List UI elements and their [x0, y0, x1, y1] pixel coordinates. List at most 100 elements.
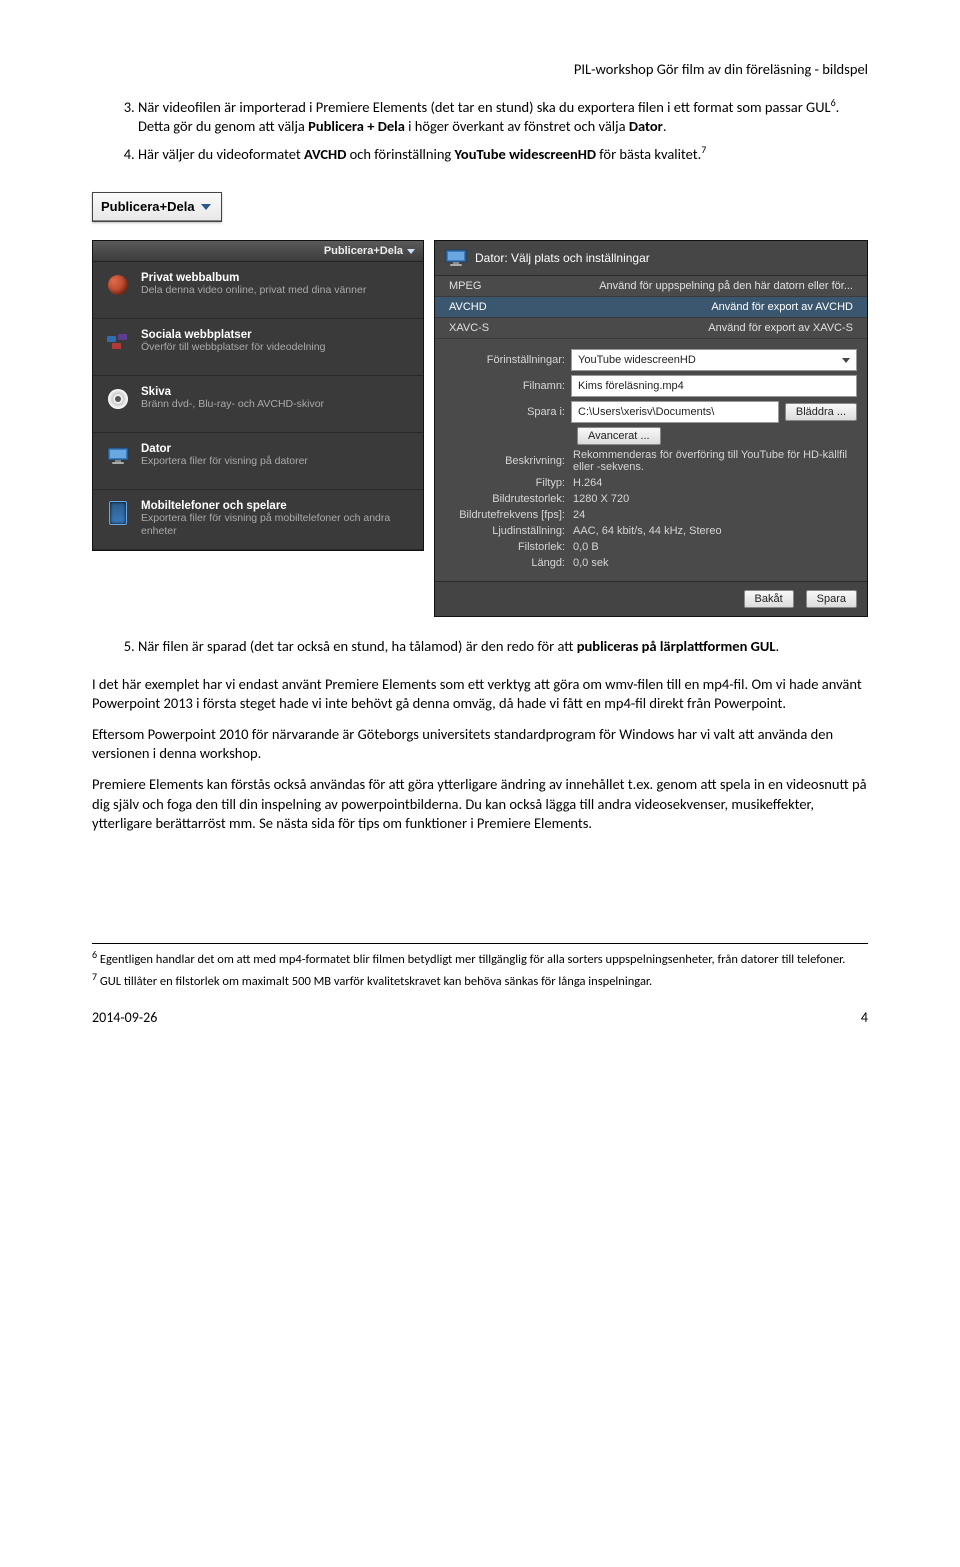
footnote-text-7: GUL tillåter en filstorlek om maximalt 5… [97, 974, 652, 989]
menu-item-title: Mobiltelefoner och spelare [141, 500, 411, 512]
disc-icon [108, 389, 128, 409]
filename-value: Kims föreläsning.mp4 [578, 380, 684, 392]
footnote-ref-7: 7 [701, 143, 706, 156]
format-name: AVCHD [449, 301, 487, 313]
filename-label: Filnamn: [445, 380, 571, 392]
menu-item-subtitle: Bränn dvd-, Blu-ray- och AVCHD-skivor [141, 398, 324, 411]
audio-label: Ljudinställning: [445, 525, 571, 537]
step-4-bold2: YouTube widescreenHD [455, 145, 596, 163]
publish-share-tab-label: Publicera+Dela [101, 199, 195, 214]
paragraph-2: Eftersom Powerpoint 2010 för närvarande … [92, 725, 868, 763]
footnotes: 6 Egentligen handlar det om att med mp4-… [92, 943, 868, 991]
desc-value: Rekommenderas för överföring till YouTub… [571, 449, 857, 473]
step-5: När filen är sparad (det tar också en st… [138, 637, 868, 657]
savein-value: C:\Users\xerisv\Documents\ [578, 406, 714, 418]
format-row-avchd[interactable]: AVCHD Använd för export av AVCHD [435, 297, 867, 318]
footer-date: 2014-09-26 [92, 1009, 157, 1026]
length-label: Längd: [445, 557, 571, 569]
footer-page: 4 [861, 1009, 868, 1026]
step-3: När videofilen är importerad i Premiere … [138, 96, 868, 137]
step-4-bold1: AVCHD [304, 145, 346, 163]
footnote-7: 7 GUL tillåter en filstorlek om maximalt… [92, 970, 868, 990]
format-row-xavcs[interactable]: XAVC-S Använd för export av XAVC-S [435, 318, 867, 339]
menu-item-title: Dator [141, 443, 308, 455]
savein-input[interactable]: C:\Users\xerisv\Documents\ [571, 401, 779, 423]
menu-item-subtitle: Exportera filer för visning på mobiltele… [141, 512, 411, 538]
step-5-text-b: . [775, 637, 779, 655]
menu-item-subtitle: Dela denna video online, privat med dina… [141, 284, 366, 297]
filetype-value: H.264 [571, 477, 857, 489]
menu-item-mobile[interactable]: Mobiltelefoner och spelare Exportera fil… [93, 490, 423, 549]
screenshot-row: Publicera+Dela Privat webbalbum Dela den… [92, 240, 868, 617]
preset-dropdown[interactable]: YouTube widescreenHD [571, 349, 857, 371]
step-5-bold: publiceras på lärplattformen GUL [577, 637, 776, 655]
format-desc: Använd för export av AVCHD [711, 301, 853, 313]
globe-icon [108, 275, 128, 295]
filename-input[interactable]: Kims föreläsning.mp4 [571, 375, 857, 397]
save-button[interactable]: Spara [806, 590, 857, 608]
format-row-mpeg[interactable]: MPEG Använd för uppspelning på den här d… [435, 276, 867, 297]
browse-button[interactable]: Bläddra ... [785, 403, 857, 421]
menu-item-disc[interactable]: Skiva Bränn dvd-, Blu-ray- och AVCHD-ski… [93, 376, 423, 433]
desc-label: Beskrivning: [445, 455, 571, 467]
framerate-value: 24 [571, 509, 857, 521]
menu-item-title: Skiva [141, 386, 324, 398]
export-button-bar: Bakåt Spara [435, 581, 867, 616]
step-4-text-c: för bästa kvalitet. [596, 145, 701, 163]
step-3-text-c: i höger överkant av fönstret och välja [405, 117, 629, 135]
publish-share-menu-header[interactable]: Publicera+Dela [93, 241, 423, 262]
menu-item-social[interactable]: Sociala webbplatser Överför till webbpla… [93, 319, 423, 376]
step-4-text-a: Här väljer du videoformatet [138, 145, 304, 163]
export-form: Förinställningar: YouTube widescreenHD F… [435, 339, 867, 581]
menu-item-title: Sociala webbplatser [141, 329, 325, 341]
chevron-down-icon [407, 249, 415, 254]
publish-share-menu-header-label: Publicera+Dela [324, 245, 403, 257]
footnote-text-6: Egentligen handlar det om att med mp4-fo… [97, 952, 845, 967]
step-3-text-a: När videofilen är importerad i Premiere … [138, 98, 831, 116]
export-panel-header: Dator: Välj plats och inställningar [435, 241, 867, 276]
menu-item-subtitle: Exportera filer för visning på datorer [141, 455, 308, 468]
publish-share-menu: Publicera+Dela Privat webbalbum Dela den… [92, 240, 424, 550]
page-header: PIL-workshop Gör film av din föreläsning… [92, 60, 868, 78]
instruction-list: När videofilen är importerad i Premiere … [92, 96, 868, 164]
audio-value: AAC, 64 kbit/s, 44 kHz, Stereo [571, 525, 857, 537]
step-3-bold1: Publicera + Dela [308, 117, 405, 135]
length-value: 0,0 sek [571, 557, 857, 569]
monitor-icon [107, 447, 129, 465]
paragraph-3: Premiere Elements kan förstås också anvä… [92, 775, 868, 832]
filesize-label: Filstorlek: [445, 541, 571, 553]
step-4-text-b: och förinställning [346, 145, 454, 163]
format-desc: Använd för export av XAVC-S [708, 322, 853, 334]
menu-item-private-web[interactable]: Privat webbalbum Dela denna video online… [93, 262, 423, 319]
savein-label: Spara i: [445, 406, 571, 418]
paragraph-1: I det här exemplet har vi endast använt … [92, 675, 868, 713]
chevron-down-icon [201, 204, 211, 210]
preset-label: Förinställningar: [445, 354, 571, 366]
advanced-button[interactable]: Avancerat ... [577, 427, 661, 445]
chevron-down-icon [842, 358, 850, 363]
export-panel-header-text: Dator: Välj plats och inställningar [475, 251, 650, 265]
publish-share-tab[interactable]: Publicera+Dela [93, 193, 221, 221]
framesize-label: Bildrutestorlek: [445, 493, 571, 505]
menu-item-subtitle: Överför till webbplatser för videodelnin… [141, 341, 325, 354]
filetype-label: Filtyp: [445, 477, 571, 489]
back-button[interactable]: Bakåt [744, 590, 794, 608]
monitor-icon [445, 249, 467, 267]
framesize-value: 1280 X 720 [571, 493, 857, 505]
format-name: MPEG [449, 280, 481, 292]
page-footer: 2014-09-26 4 [92, 1009, 868, 1026]
social-icon [107, 334, 129, 350]
step-5-text-a: När filen är sparad (det tar också en st… [138, 637, 577, 655]
framerate-label: Bildrutefrekvens [fps]: [445, 509, 571, 521]
footnote-6: 6 Egentligen handlar det om att med mp4-… [92, 948, 868, 968]
menu-item-computer[interactable]: Dator Exportera filer för visning på dat… [93, 433, 423, 490]
publish-share-tab-screenshot: Publicera+Dela [92, 192, 222, 222]
export-settings-panel: Dator: Välj plats och inställningar MPEG… [434, 240, 868, 617]
step-4: Här väljer du videoformatet AVCHD och fö… [138, 143, 868, 164]
preset-value: YouTube widescreenHD [578, 354, 696, 366]
instruction-list-2: När filen är sparad (det tar också en st… [92, 637, 868, 657]
filesize-value: 0,0 B [571, 541, 857, 553]
format-desc: Använd för uppspelning på den här datorn… [599, 280, 853, 292]
phone-icon [109, 501, 127, 525]
step-3-bold2: Dator [629, 117, 663, 135]
